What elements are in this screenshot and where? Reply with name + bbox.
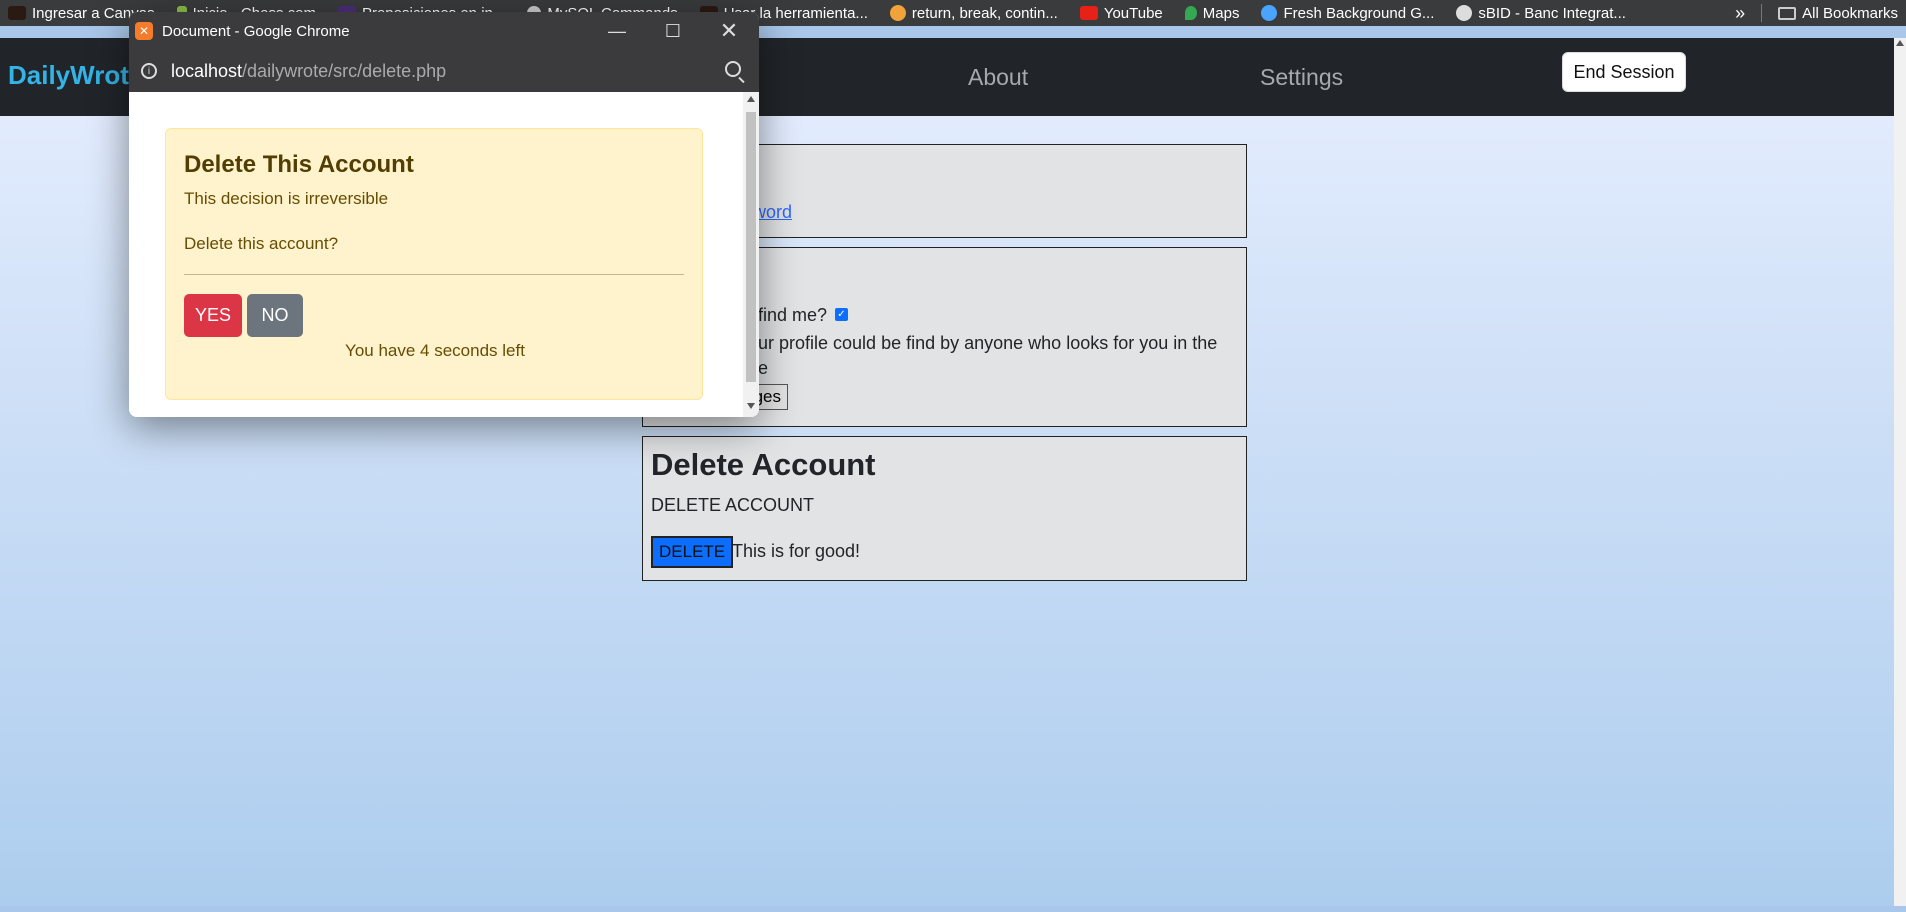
bookmark-item[interactable]: Maps [1184, 5, 1239, 22]
scroll-down-arrow-icon[interactable] [747, 403, 755, 409]
url-text[interactable]: localhost/dailywrote/src/delete.php [171, 61, 446, 82]
site-info-icon[interactable]: i [141, 63, 157, 79]
popup-window-title: Document - Google Chrome [162, 22, 350, 40]
url-path: /dailywrote/src/delete.php [242, 60, 447, 81]
delete-account-title: Delete Account [651, 447, 876, 482]
yes-button[interactable]: YES [184, 294, 242, 337]
popup-url-bar[interactable]: i localhost/dailywrote/src/delete.php [129, 50, 759, 92]
bookmark-item[interactable]: sBID - Banc Integrat... [1456, 5, 1626, 22]
minimize-icon[interactable]: — [589, 12, 645, 50]
alert-divider [184, 274, 684, 275]
alert-irreversible-text: This decision is irreversible [184, 189, 389, 208]
bookmark-favicon-icon [1261, 5, 1278, 21]
bookmark-item[interactable]: YouTube [1079, 5, 1163, 22]
nav-about[interactable]: About [968, 64, 1028, 91]
delete-account-card: Delete Account DELETE ACCOUNT DELETE Thi… [642, 436, 1247, 581]
bookmarks-divider [1761, 4, 1763, 22]
xampp-icon: ✕ [135, 22, 153, 40]
bookmark-item[interactable]: return, break, contin... [889, 5, 1058, 22]
alert-question-text: Delete this account? [184, 234, 339, 253]
popup-content: Delete This Account This decision is irr… [129, 92, 759, 417]
bookmark-item[interactable]: Fresh Background G... [1261, 5, 1434, 22]
end-session-button[interactable]: End Session [1562, 52, 1686, 92]
globe-icon [1456, 5, 1473, 21]
scroll-up-arrow-icon[interactable] [1896, 40, 1904, 46]
find-me-checkbox[interactable]: ✓ [835, 308, 848, 321]
youtube-icon [1079, 6, 1098, 20]
popup-scrollbar[interactable] [743, 92, 759, 417]
scroll-up-arrow-icon[interactable] [747, 96, 755, 102]
bookmark-favicon-icon [889, 5, 906, 21]
page-scrollbar[interactable] [1894, 38, 1906, 906]
brand-logo[interactable]: DailyWrote [8, 60, 143, 91]
popup-window: ✕ Document - Google Chrome — ☐ ✕ i local… [129, 12, 759, 417]
folder-icon [1778, 6, 1797, 20]
scrollbar-thumb[interactable] [746, 112, 756, 382]
delete-note: This is for good! [732, 541, 861, 561]
delete-account-text: DELETE ACCOUNT [651, 495, 815, 515]
url-host: localhost [171, 60, 243, 81]
nav-settings[interactable]: Settings [1260, 64, 1343, 91]
delete-warning-alert: Delete This Account This decision is irr… [165, 128, 703, 400]
popup-titlebar[interactable]: ✕ Document - Google Chrome — ☐ ✕ [129, 12, 759, 50]
all-bookmarks-button[interactable]: All Bookmarks [1778, 5, 1898, 22]
more-bookmarks-chevron-icon[interactable]: » [1735, 3, 1745, 24]
maximize-icon[interactable]: ☐ [645, 12, 701, 50]
find-me-description: ur profile could be find by anyone who l… [758, 333, 1218, 353]
maps-icon [1184, 6, 1197, 20]
countdown-text: You have 4 seconds left [345, 341, 525, 360]
bookmarks-right: » All Bookmarks [1727, 0, 1898, 26]
bookmark-favicon-icon [8, 6, 26, 20]
zoom-icon[interactable] [725, 61, 741, 77]
find-me-label: find me? [758, 305, 828, 325]
alert-title: Delete This Account [184, 151, 414, 178]
find-me-description-2: e [758, 358, 769, 378]
close-icon[interactable]: ✕ [701, 12, 757, 50]
no-button[interactable]: NO [247, 294, 303, 337]
delete-button[interactable]: DELETE [651, 536, 734, 568]
